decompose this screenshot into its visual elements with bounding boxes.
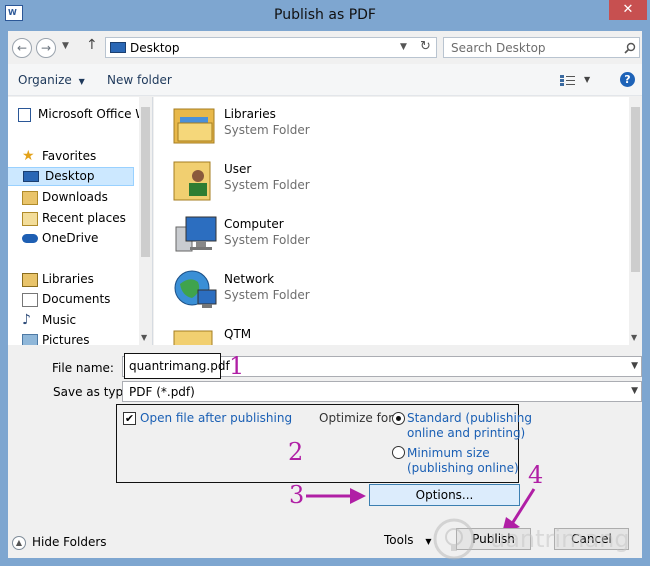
standard-label-line2[interactable]: online and printing) xyxy=(407,426,525,441)
libraries-icon xyxy=(22,273,38,287)
scroll-down-icon[interactable]: ▼ xyxy=(631,333,637,342)
tools-label: Tools xyxy=(384,533,414,547)
downloads-icon xyxy=(22,191,38,205)
network-globe-icon xyxy=(174,270,217,308)
word-document-icon xyxy=(18,108,31,122)
user-folder-icon xyxy=(173,161,211,201)
libraries-folder-icon xyxy=(173,108,215,144)
open-after-checkbox[interactable]: ✔ xyxy=(123,412,136,425)
title-bar: W Publish as PDF ✕ xyxy=(0,0,650,31)
dialog-window: W Publish as PDF ✕ ← → ▼ ↑ Desktop ▼ ↻ S… xyxy=(0,0,650,566)
chevron-down-icon[interactable]: ▼ xyxy=(631,386,638,396)
scrollbar-thumb[interactable] xyxy=(141,107,150,257)
view-options-icon[interactable] xyxy=(560,74,576,87)
back-arrow-icon[interactable]: ← xyxy=(12,38,32,58)
address-dropdown-icon[interactable]: ▼ xyxy=(400,42,407,52)
lightbulb-logo-icon xyxy=(433,518,475,560)
music-icon: ♪ xyxy=(22,312,31,328)
star-icon: ★ xyxy=(22,148,35,164)
annotation-arrow-3 xyxy=(306,488,366,504)
save-type-value: PDF (*.pdf) xyxy=(129,385,195,399)
view-dropdown-icon[interactable]: ▼ xyxy=(584,75,590,84)
optimize-label: Optimize for: xyxy=(319,411,397,425)
refresh-icon[interactable]: ↻ xyxy=(420,39,431,54)
desktop-icon xyxy=(110,42,126,53)
organize-button[interactable]: Organize ▼ xyxy=(18,73,85,87)
chevron-up-icon: ▲ xyxy=(12,536,26,550)
recent-places-icon xyxy=(22,212,38,226)
navigation-scrollbar[interactable]: ▼ xyxy=(139,97,152,345)
file-list-scrollbar[interactable]: ▼ xyxy=(629,97,642,345)
open-after-label[interactable]: Open file after publishing xyxy=(140,411,292,426)
annotation-step-1: 1 xyxy=(229,352,245,380)
standard-label-line1[interactable]: Standard (publishing xyxy=(407,411,532,426)
organize-label: Organize xyxy=(18,73,72,87)
search-placeholder: Search Desktop xyxy=(451,41,546,55)
pictures-icon xyxy=(22,334,38,345)
file-name-highlight[interactable]: quantrimang.pdf xyxy=(124,353,230,379)
file-name-value: quantrimang.pdf xyxy=(129,359,230,373)
recent-locations-chevron-icon[interactable]: ▼ xyxy=(62,41,69,51)
watermark: uantrimang xyxy=(426,517,640,561)
up-arrow-icon[interactable]: ↑ xyxy=(86,37,98,53)
file-list: Libraries System Folder User System Fold… xyxy=(154,97,642,345)
minimum-label-line1[interactable]: Minimum size xyxy=(407,446,490,461)
minimum-radio[interactable] xyxy=(392,446,405,459)
search-input[interactable]: Search Desktop xyxy=(443,37,640,58)
save-type-select[interactable]: PDF (*.pdf) ▼ xyxy=(122,381,642,402)
minimum-label-line2[interactable]: (publishing online) xyxy=(407,461,519,476)
navigation-pane: Microsoft Office W ★ Favorites Desktop D… xyxy=(8,97,153,345)
command-toolbar: Organize ▼ New folder ▼ ? xyxy=(8,64,642,96)
standard-radio[interactable] xyxy=(392,412,405,425)
window-title: Publish as PDF xyxy=(274,7,376,23)
chevron-down-icon[interactable]: ▼ xyxy=(631,361,638,371)
desktop-icon xyxy=(23,171,39,182)
sidebar-item-desktop[interactable]: Desktop xyxy=(8,167,134,186)
scroll-down-icon[interactable]: ▼ xyxy=(141,333,147,342)
annotation-step-2: 2 xyxy=(288,438,304,466)
annotation-step-4: 4 xyxy=(528,461,544,489)
options-button[interactable]: Options... xyxy=(369,484,520,506)
forward-arrow-icon[interactable]: → xyxy=(36,38,56,58)
watermark-text: uantrimang xyxy=(490,525,630,553)
help-icon[interactable]: ? xyxy=(620,72,635,87)
file-name-label: File name: xyxy=(52,361,114,375)
chevron-down-icon: ▼ xyxy=(78,77,85,86)
annotation-step-3: 3 xyxy=(289,481,305,509)
new-folder-button[interactable]: New folder xyxy=(107,73,172,87)
tools-button[interactable]: Tools ▼ xyxy=(384,533,432,547)
close-button[interactable]: ✕ xyxy=(609,0,647,20)
computer-icon xyxy=(175,216,217,252)
publish-options-box: ✔ Open file after publishing Optimize fo… xyxy=(116,404,532,483)
folder-icon xyxy=(173,330,213,345)
dialog-client: ← → ▼ ↑ Desktop ▼ ↻ Search Desktop Organ… xyxy=(8,31,642,561)
documents-icon xyxy=(22,293,38,307)
address-path: Desktop xyxy=(130,41,180,55)
scrollbar-thumb[interactable] xyxy=(631,107,640,272)
cloud-icon xyxy=(22,234,38,243)
search-icon xyxy=(624,42,636,54)
address-bar[interactable]: Desktop ▼ ↻ xyxy=(105,37,437,58)
